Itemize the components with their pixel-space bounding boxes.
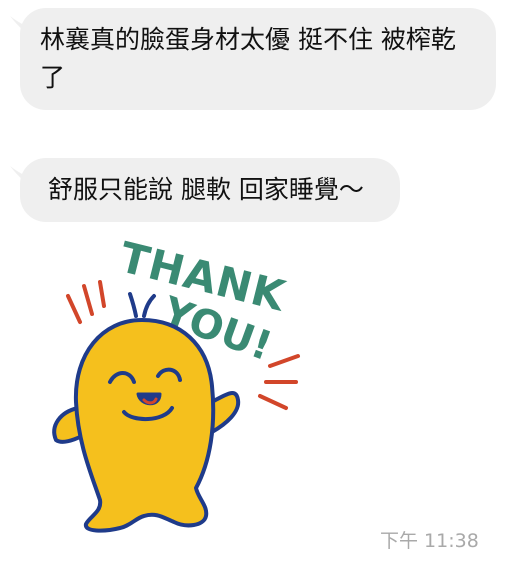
message-bubble-1[interactable]: 林襄真的臉蛋身材太優 挺不住 被榨乾了 bbox=[10, 8, 496, 110]
chick-character-icon bbox=[52, 318, 241, 533]
motion-lines-right-icon bbox=[258, 354, 300, 410]
chat-thread: 林襄真的臉蛋身材太優 挺不住 被榨乾了 舒服只能說 腿軟 回家睡覺～ THANK… bbox=[0, 0, 506, 564]
thank-you-sticker[interactable]: THANK YOU! bbox=[40, 236, 330, 546]
bubble-tail-icon bbox=[10, 166, 34, 188]
message-timestamp: 下午 11:38 bbox=[380, 530, 479, 552]
bubble-tail-icon bbox=[10, 16, 34, 38]
message-text-2: 舒服只能說 腿軟 回家睡覺～ bbox=[48, 175, 364, 204]
message-bubble-2[interactable]: 舒服只能說 腿軟 回家睡覺～ bbox=[10, 158, 400, 222]
chick-tuft-icon bbox=[128, 292, 156, 318]
message-text-1: 林襄真的臉蛋身材太優 挺不住 被榨乾了 bbox=[40, 25, 456, 92]
motion-lines-left-icon bbox=[66, 280, 106, 324]
